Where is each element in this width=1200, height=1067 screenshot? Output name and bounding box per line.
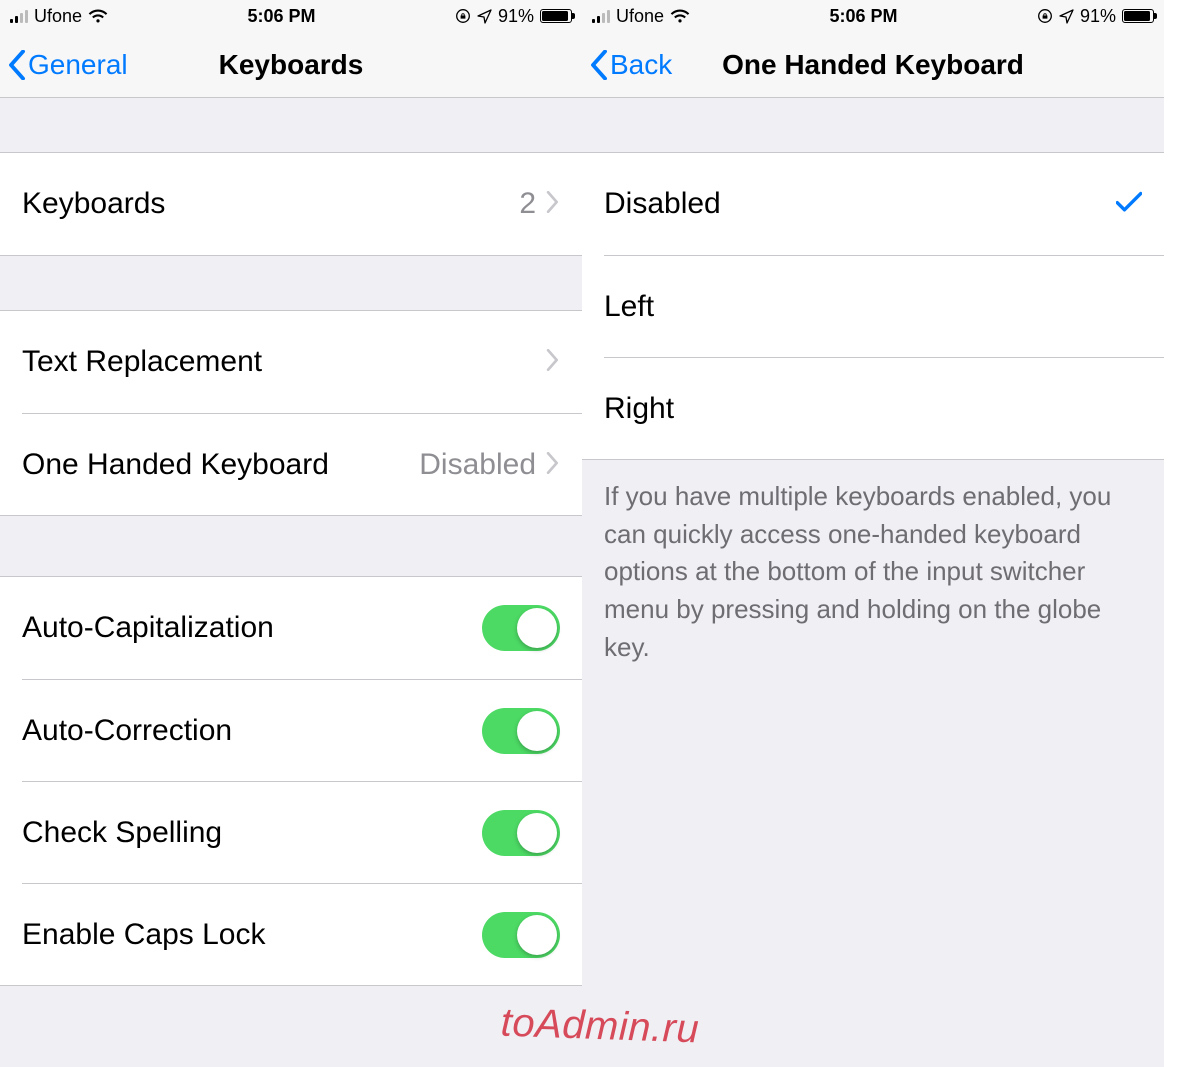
check-spell-label: Check Spelling — [22, 816, 222, 850]
signal-icon — [592, 9, 610, 23]
battery-pct: 91% — [1080, 6, 1116, 27]
auto-corr-label: Auto-Correction — [22, 714, 232, 748]
caps-lock-toggle[interactable] — [482, 912, 560, 958]
option-left[interactable]: Left — [604, 255, 1164, 357]
carrier-label: Ufone — [34, 6, 82, 27]
status-bar: Ufone 5:06 PM 91% — [0, 0, 582, 32]
status-time: 5:06 PM — [247, 6, 315, 27]
location-icon — [477, 9, 492, 24]
one-handed-label: One Handed Keyboard — [22, 448, 329, 482]
wifi-icon — [670, 9, 690, 24]
nav-bar: Back One Handed Keyboard — [582, 32, 1164, 98]
option-right[interactable]: Right — [604, 357, 1164, 459]
keyboards-count: 2 — [519, 187, 536, 221]
carrier-label: Ufone — [616, 6, 664, 27]
back-button[interactable]: Back — [590, 32, 672, 97]
pane-one-handed-keyboard: Ufone 5:06 PM 91% Back — [582, 0, 1164, 1067]
back-label: Back — [610, 49, 672, 81]
option-right-label: Right — [604, 392, 674, 426]
pane-keyboards-settings: Ufone 5:06 PM 91% General — [0, 0, 582, 1067]
keyboards-row[interactable]: Keyboards 2 — [0, 153, 582, 255]
auto-cap-toggle[interactable] — [482, 605, 560, 651]
chevron-right-icon — [546, 187, 560, 221]
chevron-left-icon — [8, 50, 26, 80]
check-spelling-row[interactable]: Check Spelling — [22, 781, 582, 883]
auto-capitalization-row[interactable]: Auto-Capitalization — [0, 577, 582, 679]
chevron-right-icon — [546, 448, 560, 482]
keyboards-label: Keyboards — [22, 187, 165, 221]
option-disabled[interactable]: Disabled — [582, 153, 1164, 255]
signal-icon — [10, 9, 28, 23]
rotation-lock-icon — [1037, 8, 1053, 24]
text-replacement-row[interactable]: Text Replacement — [0, 311, 582, 413]
chevron-left-icon — [590, 50, 608, 80]
status-time: 5:06 PM — [829, 6, 897, 27]
checkmark-icon — [1116, 187, 1142, 221]
option-left-label: Left — [604, 290, 654, 324]
page-title: Keyboards — [219, 49, 364, 81]
chevron-right-icon — [546, 345, 560, 379]
check-spell-toggle[interactable] — [482, 810, 560, 856]
back-label: General — [28, 49, 128, 81]
wifi-icon — [88, 9, 108, 24]
enable-caps-lock-row[interactable]: Enable Caps Lock — [22, 883, 582, 985]
back-button-general[interactable]: General — [8, 32, 128, 97]
caps-lock-label: Enable Caps Lock — [22, 918, 266, 952]
one-handed-keyboard-row[interactable]: One Handed Keyboard Disabled — [22, 413, 582, 515]
auto-correction-row[interactable]: Auto-Correction — [22, 679, 582, 781]
nav-bar: General Keyboards — [0, 32, 582, 98]
status-bar: Ufone 5:06 PM 91% — [582, 0, 1164, 32]
option-disabled-label: Disabled — [604, 187, 721, 221]
battery-icon — [1122, 9, 1154, 23]
auto-corr-toggle[interactable] — [482, 708, 560, 754]
battery-pct: 91% — [498, 6, 534, 27]
rotation-lock-icon — [455, 8, 471, 24]
auto-cap-label: Auto-Capitalization — [22, 611, 274, 645]
one-handed-value: Disabled — [419, 448, 536, 482]
page-title: One Handed Keyboard — [722, 49, 1024, 81]
battery-icon — [540, 9, 572, 23]
footer-help-text: If you have multiple keyboards enabled, … — [582, 460, 1164, 666]
location-icon — [1059, 9, 1074, 24]
text-replacement-label: Text Replacement — [22, 345, 262, 379]
